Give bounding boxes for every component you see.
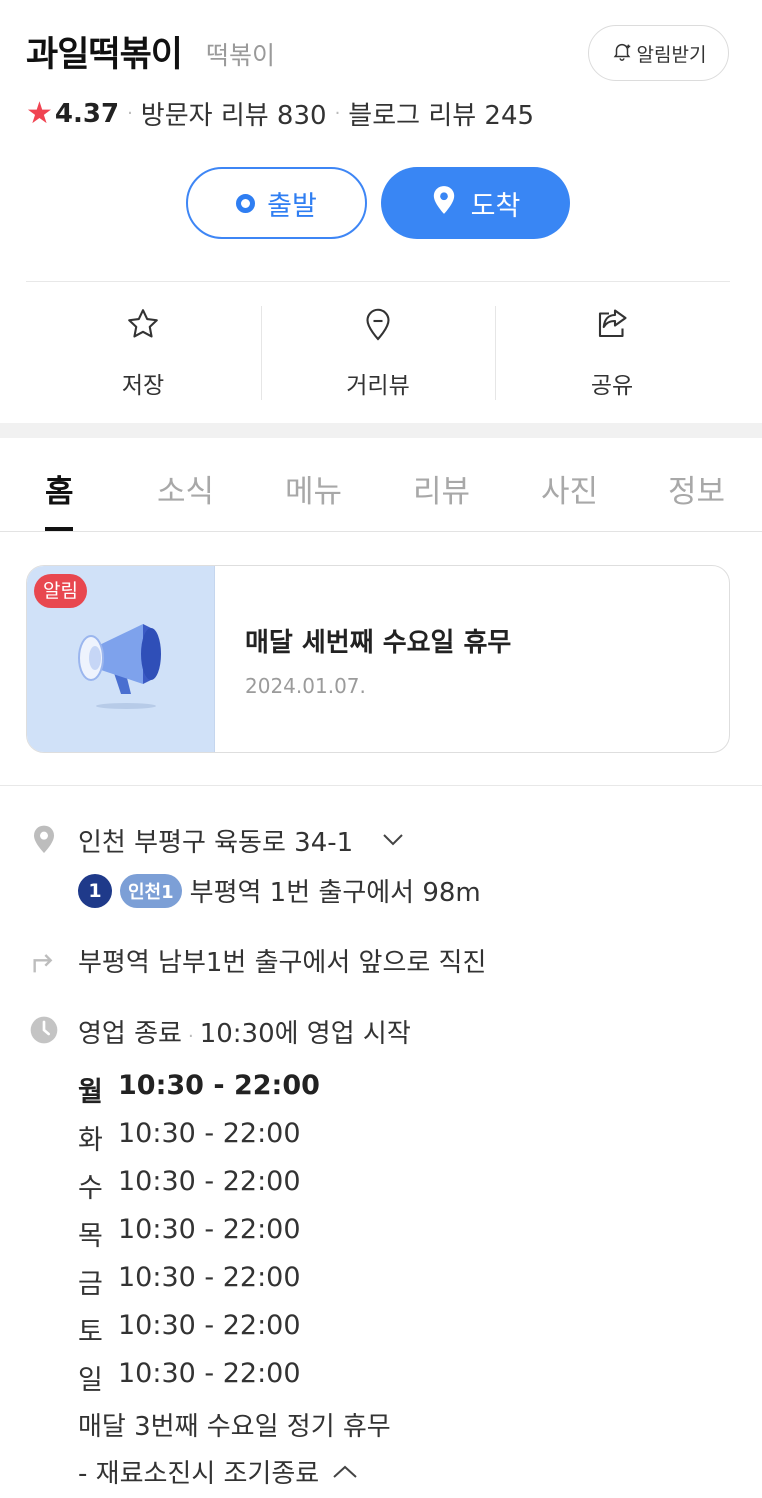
separator-dot: ·: [334, 103, 341, 124]
street-view-button[interactable]: 거리뷰: [261, 306, 495, 400]
notice-date: 2024.01.07.: [245, 674, 366, 698]
walking-direction-row: 부평역 남부1번 출구에서 앞으로 직진: [28, 942, 486, 979]
hours-row: 일 10:30 - 22:00: [78, 1358, 301, 1397]
subway-row: 1 인천1 부평역 1번 출구에서 98m: [78, 872, 481, 909]
clock-icon: [28, 1014, 60, 1050]
depart-label: 출발: [267, 190, 317, 222]
hours-row: 수 10:30 - 22:00: [78, 1166, 301, 1205]
divider: [26, 281, 730, 282]
hours-row: 금 10:30 - 22:00: [78, 1262, 301, 1301]
arrive-button[interactable]: 도착: [381, 167, 570, 239]
place-title: 과일떡볶이: [26, 35, 183, 75]
tab-home[interactable]: 홈: [45, 466, 74, 511]
location-pin-icon: [28, 823, 60, 859]
separator-dot: ·: [127, 103, 133, 124]
early-close-text: - 재료소진시 조기종료: [78, 1459, 320, 1489]
chevron-down-icon[interactable]: [381, 831, 405, 851]
separator-dot: ·: [187, 1026, 194, 1047]
walking-direction-text: 부평역 남부1번 출구에서 앞으로 직진: [78, 948, 487, 978]
tab-bar: 홈 소식 메뉴 리뷰 사진 정보: [0, 438, 762, 532]
arrive-label: 도착: [470, 190, 521, 222]
hours-day: 수: [78, 1173, 103, 1204]
bell-icon: [611, 40, 633, 67]
notice-card[interactable]: 알림 매달 세번째 수요일 휴무 2024.01.07.: [26, 565, 730, 753]
tab-news[interactable]: 소식: [157, 466, 214, 511]
hours-row: 월 10:30 - 22:00: [78, 1070, 320, 1109]
tab-menu[interactable]: 메뉴: [285, 466, 342, 511]
hours-row: 화 10:30 - 22:00: [78, 1118, 301, 1157]
share-icon: [594, 306, 630, 366]
holiday-note: 매달 3번째 수요일 정기 휴무: [78, 1412, 391, 1442]
tab-info[interactable]: 정보: [668, 466, 725, 511]
hours-day: 월: [78, 1077, 103, 1108]
hours-day: 금: [78, 1269, 103, 1300]
business-status-row: 영업 종료 · 10:30에 영업 시작: [28, 1013, 411, 1050]
hours-row: 목 10:30 - 22:00: [78, 1214, 301, 1253]
subway-line-badge: 1: [78, 873, 112, 908]
tab-reviews[interactable]: 리뷰: [413, 466, 470, 511]
rating-row: ★ 4.37 · 방문자 리뷰 830 · 블로그 리뷰 245: [26, 95, 534, 132]
subway-line-badge-incheon: 인천1: [120, 873, 182, 908]
hours-time: 10:30 - 22:00: [118, 1118, 301, 1149]
save-label: 저장: [121, 373, 165, 399]
map-pin-icon: [431, 185, 457, 222]
hours-day: 화: [78, 1125, 103, 1156]
address-row[interactable]: 인천 부평구 육동로 34-1: [28, 822, 405, 859]
place-category: 떡볶이: [206, 41, 276, 70]
address-text: 인천 부평구 육동로 34-1: [78, 828, 354, 858]
hours-day: 목: [78, 1221, 103, 1252]
hours-time: 10:30 - 22:00: [118, 1070, 320, 1101]
alarm-button-label: 알림받기: [636, 43, 707, 66]
chevron-up-icon[interactable]: [331, 1463, 359, 1481]
rating-score: 4.37: [54, 98, 120, 129]
active-tab-indicator: [45, 527, 73, 531]
notice-title: 매달 세번째 수요일 휴무: [245, 628, 512, 658]
alarm-button[interactable]: 알림받기: [588, 25, 729, 81]
business-status: 영업 종료: [78, 1019, 182, 1049]
early-close-note: - 재료소진시 조기종료: [78, 1453, 359, 1490]
depart-button[interactable]: 출발: [186, 167, 367, 239]
tab-photos[interactable]: 사진: [541, 466, 598, 511]
notice-badge: 알림: [34, 574, 87, 608]
hours-time: 10:30 - 22:00: [118, 1166, 301, 1197]
notice-thumbnail: 알림: [27, 566, 215, 752]
street-view-label: 거리뷰: [346, 373, 410, 399]
origin-dot-icon: [236, 193, 256, 213]
hours-time: 10:30 - 22:00: [118, 1310, 301, 1341]
hours-time: 10:30 - 22:00: [118, 1358, 301, 1389]
hours-time: 10:30 - 22:00: [118, 1262, 301, 1293]
visitor-reviews-link[interactable]: 방문자 리뷰 830: [141, 95, 327, 132]
star-icon: ★: [26, 96, 53, 131]
star-outline-icon: [125, 306, 161, 366]
turn-arrow-icon: [28, 943, 60, 979]
hours-day: 토: [78, 1317, 103, 1348]
hours-time: 10:30 - 22:00: [118, 1214, 301, 1245]
hours-row: 토 10:30 - 22:00: [78, 1310, 301, 1349]
divider: [0, 785, 762, 786]
section-separator: [0, 423, 762, 438]
business-status-detail: 10:30에 영업 시작: [199, 1019, 411, 1049]
hours-day: 일: [78, 1365, 103, 1396]
map-pin-outline-icon: [360, 306, 396, 366]
save-button[interactable]: 저장: [26, 306, 260, 400]
subway-distance-text: 부평역 1번 출구에서 98m: [189, 878, 481, 908]
share-label: 공유: [590, 373, 634, 399]
blog-reviews-link[interactable]: 블로그 리뷰 245: [348, 95, 534, 132]
share-button[interactable]: 공유: [495, 306, 729, 400]
